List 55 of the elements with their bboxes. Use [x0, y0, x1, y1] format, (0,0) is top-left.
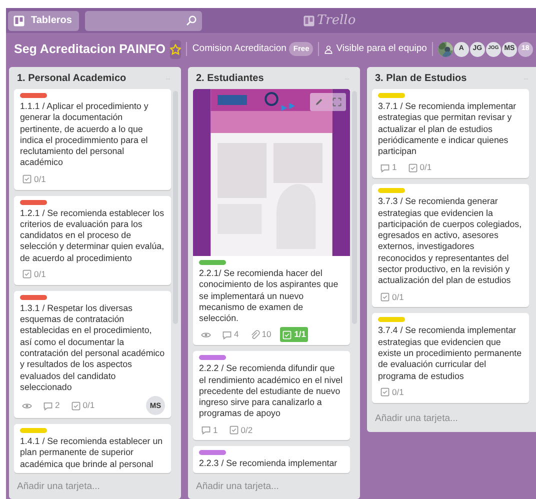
- comment-count: 2: [55, 399, 60, 412]
- card-text: 2.2.3 / Se recomienda implementar: [199, 458, 338, 470]
- card[interactable]: 1.4.1 / Se recomienda establecer un plan permanente de superior académica que brinde al personal: [14, 424, 171, 474]
- star-button[interactable]: [170, 40, 182, 58]
- comment-icon: [222, 330, 232, 340]
- card[interactable]: [14, 290, 171, 418]
- checklist-count: 0/1: [34, 268, 46, 281]
- card[interactable]: 3.7.4 / Se recomienda implementar estrategias que evidencien que existe un procedimiento permanente de evaluación curricular del programa de estudios 0/1: [372, 313, 529, 403]
- checklist-count: 0/1: [82, 399, 95, 412]
- comment-icon: [43, 400, 53, 411]
- expand-icon[interactable]: [332, 97, 342, 107]
- search-field[interactable]: [84, 10, 202, 30]
- card-text: 3.7.3 / Se recomienda generar estrategias que evidencien la participación de cuerpos colegiados, egresados en activo, asesores externos, investigadores reconocidos y representantes del sector productivo, en la revisión y actualización del plan de estudios: [378, 196, 523, 287]
- card[interactable]: [372, 184, 529, 308]
- card[interactable]: 1.1.1 / Aplicar el procedimiento y generar la documentación pertinente, de acuerdo a lo que indica el procedimmiento para el reclutamiento del personal académico 0/1: [14, 89, 171, 190]
- checklist-count: 0/1: [34, 172, 46, 186]
- attachment-count: 10: [262, 328, 272, 342]
- list-title: 3. Plan de Estudios: [375, 72, 467, 86]
- list-title: 2. Estudiantes: [196, 72, 264, 86]
- card[interactable]: 2.2.1/ Se recomienda hacer del conocimiento de los aspirantes que se implementará un nuevo mecanismo de examen de selección. 4 10 1/1: [193, 89, 350, 346]
- board-title: Seg Acreditacion PAINFO: [14, 40, 166, 58]
- comment-icon: [201, 425, 211, 436]
- card-text: 3.7.1 / Se recomienda implementar estrategias que permitan revisar y actualizar el plan de estudios periódicamente e indicar quienes participan: [378, 101, 518, 158]
- team-link[interactable]: Comision Acreditacion: [192, 42, 286, 56]
- team-icon: [324, 44, 334, 54]
- board-icon: [302, 14, 315, 26]
- board-icon: [13, 14, 25, 26]
- paperclip-icon: [250, 330, 260, 340]
- logo-text: Trello: [316, 12, 356, 30]
- list-title: 1. Personal Academico: [17, 72, 126, 86]
- comment-count: 1: [392, 161, 397, 174]
- card-text: 1.3.1 / Respetar los diversas esquemas de contratación establecidas en el procedimiento, así como el documentar la contratación del personal académico y resultados de los aspectos evaluados del candidato seleccionado: [20, 302, 165, 394]
- card[interactable]: 1.2.1 / Se recomienda establecer los criterios de evaluación para los candidatos en el proceso de selección y determinar quien evalúa, de acuerdo al procedimiento 0/1: [14, 196, 171, 285]
- pencil-icon[interactable]: [314, 97, 324, 107]
- search-icon: [186, 15, 197, 26]
- card-text: 1.1.1 / Aplicar el procedimiento y generar la documentación pertinente, de acuerdo a lo que indica el procedimmiento para el reclutamiento del personal académico: [20, 101, 150, 169]
- card[interactable]: 2.2.2 / Se recomienda difundir que el rendimiento académico en el nivel precedente del estudiante de nuevo ingreso sirve para canalizarlo a programas de apoyo 1 0/2: [193, 351, 350, 440]
- comment-count: 1: [213, 424, 218, 436]
- comment-icon: [380, 162, 390, 173]
- card-text: 2.2.2 / Se recomienda difundir que el rendimiento académico en el nivel precedente del estudiante de nuevo ingreso sirve para canalizarlo a programas de apoyo: [199, 363, 344, 420]
- card[interactable]: 3.7.1 / Se recomienda implementar estrategias que permitan revisar y actualizar el plan de estudios periódicamente e indicar quienes participan 1 0/1: [372, 89, 529, 178]
- checklist-count: 0/1: [392, 386, 404, 399]
- card[interactable]: 2.2.3 / Se recomienda implementar: [193, 446, 350, 473]
- checklist-count: 0/1: [392, 290, 404, 304]
- checklist-count: 0/2: [240, 424, 253, 436]
- card-text: 1.2.1 / Se recomienda establecer los criterios de evaluación para los candidatos en el proceso de selección y determinar quien evalúa, de acuerdo al procedimiento: [20, 208, 165, 264]
- eye-icon: [22, 400, 32, 411]
- comment-count: 4: [234, 328, 239, 342]
- visibility-link[interactable]: Visible para el equipo: [336, 42, 427, 56]
- card-text: 2.2.1/ Se recomienda hacer del conocimiento de los aspirantes que se implementará un nuevo mecanismo de examen de selección.: [199, 268, 340, 324]
- checklist-count: 1/1: [294, 328, 306, 342]
- card-text: 1.4.1 / Se recomienda establecer un plan permanente de superior académica que brinde al personal: [20, 436, 164, 470]
- checklist-count: 0/1: [420, 161, 432, 174]
- eye-icon: [201, 330, 211, 340]
- card-text: 3.7.4 / Se recomienda implementar estrategias que evidencien que existe un procedimiento permanente de evaluación curricular del programa de estudios: [378, 325, 523, 382]
